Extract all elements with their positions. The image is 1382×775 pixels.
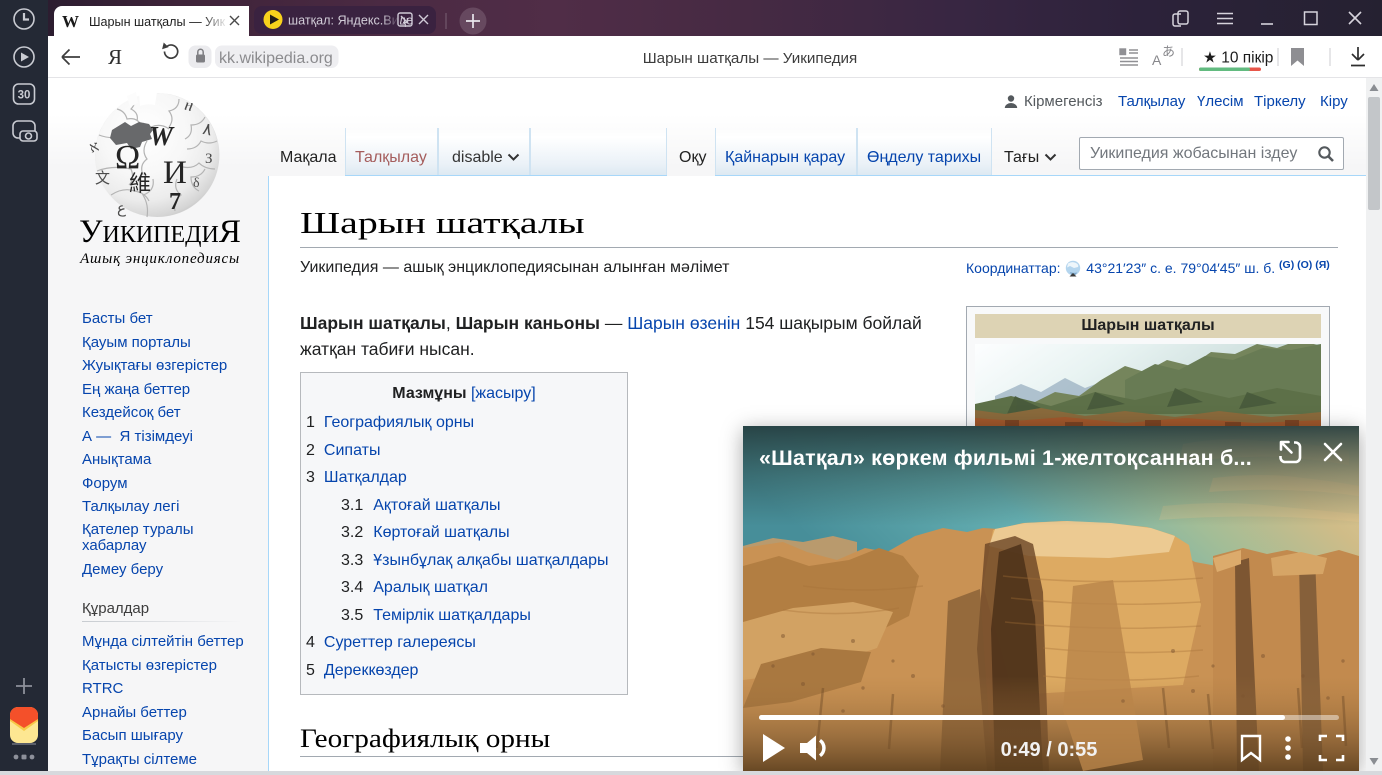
svg-text:W: W [149,121,175,151]
svg-text:★ 10 пікір: ★ 10 пікір [1203,50,1273,67]
svg-text:ع: ع [117,201,126,217]
svg-text:7: 7 [169,189,181,215]
svg-text:kk.wikipedia.org: kk.wikipedia.org [219,50,333,67]
svg-text:維: 維 [129,171,151,196]
svg-text:З: З [205,151,213,167]
svg-text:Шарын шатқалы — Уикипедия: Шарын шатқалы — Уикипедия [643,50,858,67]
svg-text:文: 文 [95,170,110,187]
svg-text:«Шатқал» көркем фильмі 1-желто: «Шатқал» көркем фильмі 1-желтоқсаннан б.… [759,446,1252,470]
svg-text:И: И [163,155,187,191]
svg-text:30: 30 [18,90,31,102]
svg-text:0:49 / 0:55: 0:49 / 0:55 [1001,739,1098,761]
svg-text:Я: Я [108,45,122,69]
svg-text:あ: あ [1162,44,1175,59]
svg-text:A: A [1152,52,1162,68]
svg-text:δ: δ [193,176,200,191]
